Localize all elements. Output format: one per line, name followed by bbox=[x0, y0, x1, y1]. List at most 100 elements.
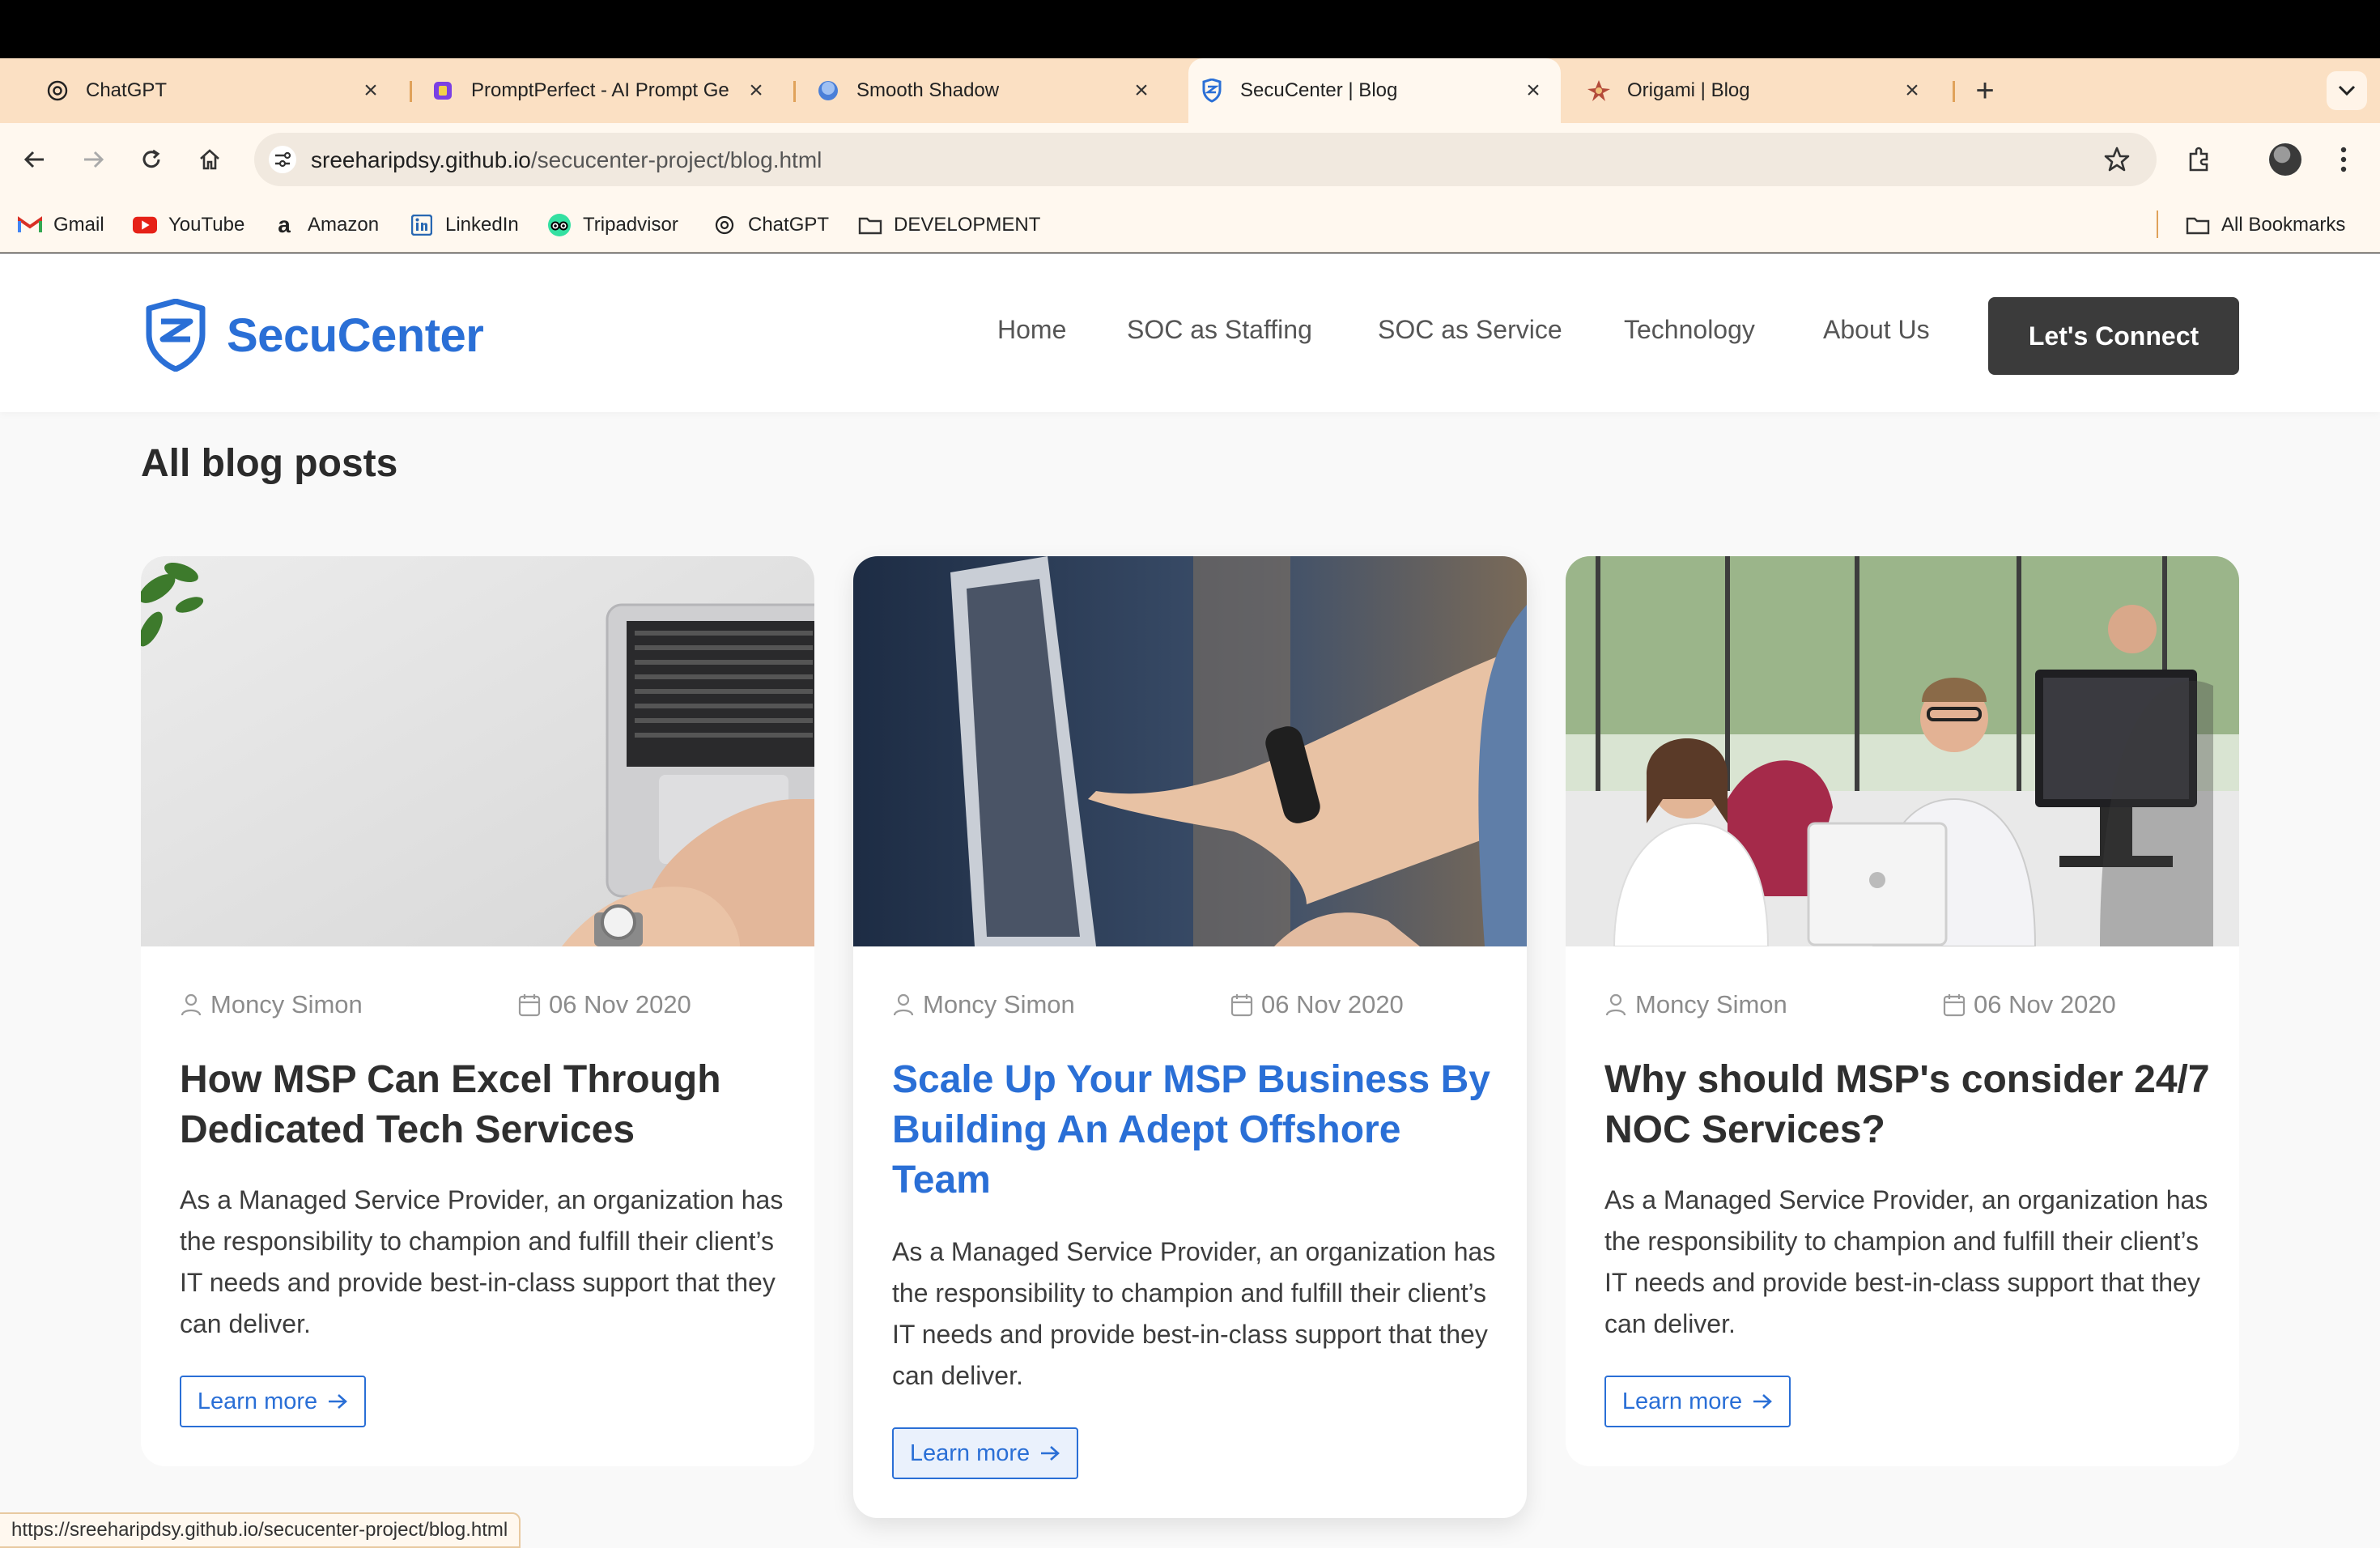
post-title[interactable]: Why should MSP's consider 24/7 NOC Servi… bbox=[1604, 1055, 2220, 1155]
close-icon[interactable]: × bbox=[1899, 77, 1925, 104]
post-date: 06 Nov 2020 bbox=[1943, 989, 2116, 1021]
date-text: 06 Nov 2020 bbox=[1261, 990, 1404, 1019]
secucenter-shield-icon bbox=[1200, 79, 1224, 103]
bookmark-label: DEVELOPMENT bbox=[894, 214, 1041, 236]
tab-search-button[interactable] bbox=[2327, 71, 2367, 110]
learn-more-button[interactable]: Learn more bbox=[892, 1427, 1078, 1479]
bookmark-tripadvisor[interactable]: Tripadvisor bbox=[547, 212, 678, 238]
gmail-icon bbox=[18, 213, 42, 237]
address-bar[interactable]: sreeharipdsy.github.io/secucenter-projec… bbox=[254, 133, 2157, 186]
linkedin-icon bbox=[410, 213, 434, 237]
url-text: sreeharipdsy.github.io/secucenter-projec… bbox=[311, 147, 822, 173]
date-text: 06 Nov 2020 bbox=[1974, 990, 2116, 1019]
forward-button[interactable] bbox=[74, 141, 112, 178]
chevron-down-icon bbox=[2338, 85, 2356, 96]
close-icon[interactable]: × bbox=[358, 77, 384, 104]
calendar-icon bbox=[518, 994, 541, 1017]
author-name: Moncy Simon bbox=[210, 990, 363, 1019]
post-excerpt: As a Managed Service Provider, an organi… bbox=[180, 1185, 784, 1338]
folder-icon bbox=[2186, 213, 2210, 237]
new-tab-button[interactable]: + bbox=[1967, 73, 2003, 108]
nav-about-us[interactable]: About Us bbox=[1823, 315, 1930, 345]
reload-icon bbox=[142, 149, 160, 168]
tab-origami-blog[interactable]: Origami | Blog × bbox=[1541, 58, 1940, 123]
tab-promptperfect[interactable]: PromptPerfect - AI Prompt Ge × bbox=[385, 58, 784, 123]
nav-soc-as-service[interactable]: SOC as Service bbox=[1378, 315, 1562, 345]
folder-icon bbox=[858, 213, 882, 237]
blog-card-image[interactable] bbox=[141, 556, 814, 946]
avatar bbox=[2269, 143, 2301, 176]
calendar-icon bbox=[1230, 994, 1253, 1017]
extensions-button[interactable] bbox=[2179, 139, 2220, 180]
bookmark-star-icon[interactable] bbox=[2102, 144, 2132, 175]
learn-more-button[interactable]: Learn more bbox=[180, 1376, 366, 1427]
post-title[interactable]: Scale Up Your MSP Business By Building A… bbox=[892, 1055, 1507, 1206]
user-icon bbox=[893, 993, 914, 1016]
arrow-right-icon bbox=[84, 151, 104, 168]
nav-technology[interactable]: Technology bbox=[1624, 315, 1755, 345]
lets-connect-button[interactable]: Let's Connect bbox=[1988, 297, 2239, 375]
promptperfect-icon bbox=[431, 79, 455, 103]
tab-secucenter-blog[interactable]: SecuCenter | Blog × bbox=[1188, 58, 1561, 123]
tab-title: PromptPerfect - AI Prompt Ge bbox=[471, 79, 729, 101]
bookmark-folder-development[interactable]: DEVELOPMENT bbox=[858, 212, 1040, 238]
origami-icon bbox=[1587, 79, 1611, 103]
bookmark-gmail[interactable]: Gmail bbox=[18, 212, 104, 238]
status-bar-url: https://sreeharipdsy.github.io/secucente… bbox=[0, 1512, 521, 1548]
blog-card: Moncy Simon 06 Nov 2020 Scale Up Your MS… bbox=[853, 556, 1527, 1518]
home-icon bbox=[200, 149, 219, 170]
bookmark-linkedin[interactable]: LinkedIn bbox=[410, 212, 519, 238]
brand-name: SecuCenter bbox=[227, 308, 484, 362]
site-logo[interactable]: SecuCenter bbox=[142, 299, 484, 372]
post-date: 06 Nov 2020 bbox=[518, 989, 691, 1021]
arrow-right-icon bbox=[1752, 1393, 1773, 1410]
post-excerpt: As a Managed Service Provider, an organi… bbox=[892, 1237, 1496, 1390]
nav-soc-as-staffing[interactable]: SOC as Staffing bbox=[1127, 315, 1312, 345]
bookmarks-bar: Gmail YouTube a Amazon LinkedIn Tripadvi… bbox=[0, 196, 2380, 253]
calendar-icon bbox=[1943, 994, 1966, 1017]
site-settings-icon[interactable] bbox=[269, 146, 296, 173]
profile-button[interactable] bbox=[2265, 139, 2306, 180]
reload-button[interactable] bbox=[133, 141, 170, 178]
author-name: Moncy Simon bbox=[923, 990, 1075, 1019]
post-title[interactable]: How MSP Can Excel Through Dedicated Tech… bbox=[180, 1055, 795, 1155]
youtube-icon bbox=[133, 213, 157, 237]
chatgpt-icon bbox=[712, 213, 737, 237]
author-name: Moncy Simon bbox=[1635, 990, 1787, 1019]
bookmark-label: Gmail bbox=[53, 214, 104, 236]
bookmark-chatgpt[interactable]: ChatGPT bbox=[712, 212, 829, 238]
tab-title: Origami | Blog bbox=[1627, 79, 1750, 101]
tab-chatgpt[interactable]: ChatGPT × bbox=[0, 58, 398, 123]
nav-home[interactable]: Home bbox=[997, 315, 1066, 345]
post-author: Moncy Simon bbox=[180, 989, 363, 1021]
arrow-right-icon bbox=[1039, 1444, 1060, 1462]
bookmarks-divider bbox=[2157, 211, 2158, 238]
tab-smooth-shadow[interactable]: Smooth Shadow × bbox=[771, 58, 1169, 123]
bookmark-label: LinkedIn bbox=[445, 214, 519, 236]
bookmark-label: Tripadvisor bbox=[583, 214, 678, 236]
user-icon bbox=[181, 993, 202, 1016]
learn-more-label: Learn more bbox=[197, 1388, 318, 1414]
puzzle-icon bbox=[2189, 147, 2208, 172]
blog-card-image[interactable] bbox=[853, 556, 1527, 946]
browser-menu-button[interactable] bbox=[2323, 139, 2364, 180]
home-button[interactable] bbox=[191, 141, 228, 178]
smooth-shadow-icon bbox=[816, 79, 840, 103]
learn-more-label: Learn more bbox=[909, 1440, 1031, 1466]
post-author: Moncy Simon bbox=[1604, 989, 1787, 1021]
bookmark-amazon[interactable]: a Amazon bbox=[272, 212, 379, 238]
back-button[interactable] bbox=[16, 141, 53, 178]
user-icon bbox=[1605, 993, 1626, 1016]
arrow-left-icon bbox=[23, 151, 44, 168]
bookmark-youtube[interactable]: YouTube bbox=[133, 212, 244, 238]
site-header: SecuCenter Home SOC as Staffing SOC as S… bbox=[0, 253, 2380, 412]
tab-title: SecuCenter | Blog bbox=[1240, 79, 1398, 101]
tab-title: Smooth Shadow bbox=[856, 79, 1000, 101]
blog-card: Moncy Simon 06 Nov 2020 Why should MSP's… bbox=[1566, 556, 2239, 1466]
close-icon[interactable]: × bbox=[1128, 77, 1154, 104]
learn-more-button[interactable]: Learn more bbox=[1604, 1376, 1791, 1427]
blog-card-image[interactable] bbox=[1566, 556, 2239, 946]
close-icon[interactable]: × bbox=[743, 77, 769, 104]
post-author: Moncy Simon bbox=[892, 989, 1075, 1021]
all-bookmarks-button[interactable]: All Bookmarks bbox=[2186, 212, 2345, 238]
